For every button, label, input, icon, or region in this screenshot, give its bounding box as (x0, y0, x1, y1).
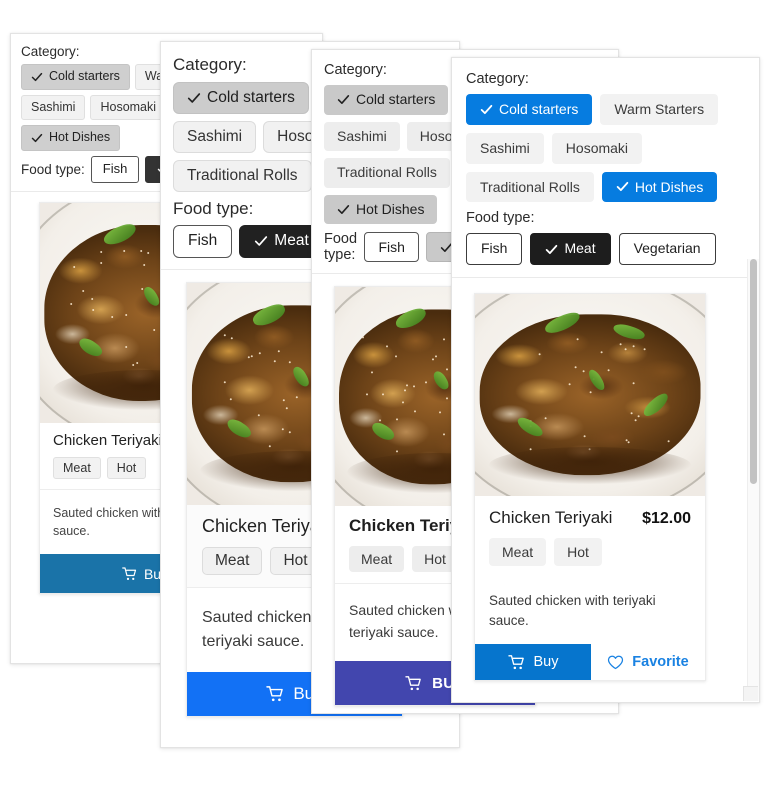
food-type-label: Food type: (21, 162, 85, 177)
dish-price: $12.00 (642, 510, 691, 528)
filter-section: Category: Cold starters Warm Starters Sa… (452, 58, 759, 278)
chip-label: Hot Dishes (635, 179, 703, 196)
chip-label: Hot Dishes (356, 201, 424, 219)
category-chip-sashimi[interactable]: Sashimi (173, 121, 256, 153)
check-icon (254, 234, 268, 248)
chip-label: Sashimi (187, 127, 242, 147)
shopping-cart-icon (122, 567, 137, 581)
chip-label: Sashimi (337, 128, 387, 146)
chip-label: Traditional Rolls (337, 164, 437, 182)
button-label: Fish (378, 238, 404, 256)
category-chip-hot-dishes[interactable]: Hot Dishes (324, 195, 437, 225)
dish-actions: Buy Favorite (475, 644, 705, 680)
chip-label: Cold starters (499, 101, 578, 118)
vertical-scrollbar[interactable] (747, 259, 759, 701)
chip-label: Sashimi (31, 100, 75, 116)
category-chip-traditional-rolls[interactable]: Traditional Rolls (173, 160, 312, 192)
shopping-cart-icon (508, 655, 525, 670)
dish-tag-row: Meat Hot (489, 538, 691, 566)
favorite-button-label: Favorite (632, 654, 688, 670)
dish-tag-hot: Hot (107, 457, 146, 479)
category-chip-row: Cold starters Warm Starters (466, 94, 745, 125)
chip-label: Sashimi (480, 140, 530, 157)
category-chip-row-3: Traditional Rolls Hot Dishes (466, 172, 745, 203)
chip-label: Hot Dishes (49, 130, 110, 146)
check-icon (616, 180, 629, 193)
chip-label: Hosomaki (566, 140, 628, 157)
category-chip-warm-starters[interactable]: Warm Starters (600, 94, 718, 125)
check-icon (31, 132, 43, 144)
chip-label: Cold starters (356, 91, 435, 109)
menu-panel-4[interactable]: Category: Cold starters Warm Starters Sa… (451, 57, 760, 703)
check-icon (480, 103, 493, 116)
resize-handle[interactable] (743, 686, 758, 701)
button-label: Meat (274, 231, 308, 251)
category-chip-sashimi[interactable]: Sashimi (466, 133, 544, 164)
category-chip-cold-starters[interactable]: Cold starters (466, 94, 592, 125)
food-type-button-fish[interactable]: Fish (91, 156, 140, 183)
dish-tag-meat: Meat (202, 547, 262, 575)
dish-tag-meat: Meat (53, 457, 101, 479)
check-icon (31, 71, 43, 83)
chip-label: Traditional Rolls (480, 179, 580, 196)
food-type-label: Food type: (466, 210, 745, 226)
button-label: Vegetarian (634, 240, 701, 258)
category-chip-traditional-rolls[interactable]: Traditional Rolls (324, 158, 450, 188)
check-icon (337, 93, 350, 106)
buy-button[interactable]: Buy (475, 644, 591, 680)
button-label: Fish (481, 240, 507, 258)
chip-label: Hosomaki (100, 100, 156, 116)
food-type-button-fish[interactable]: Fish (364, 232, 418, 262)
check-icon (187, 91, 201, 105)
buy-button-label: Buy (534, 654, 559, 670)
food-type-button-fish[interactable]: Fish (466, 233, 522, 265)
heart-outline-icon (607, 655, 624, 670)
category-chip-row-2: Sashimi Hosomaki (466, 133, 745, 164)
category-chip-hosomaki[interactable]: Hosomaki (552, 133, 642, 164)
dish-tag-meat: Meat (489, 538, 546, 566)
shopping-cart-icon (266, 686, 284, 702)
panels-stage: Category: Cold starters Warm Starters Sa… (0, 0, 770, 801)
check-icon (545, 243, 558, 256)
category-label: Category: (466, 71, 745, 87)
dish-card-body: Chicken Teriyaki $12.00 Meat Hot (475, 496, 705, 578)
dish-description: Sauted chicken with teriyaki sauce. (475, 578, 705, 645)
dish-tag-hot: Hot (554, 538, 602, 566)
check-icon (337, 203, 350, 216)
chip-label: Warm Starters (614, 101, 704, 118)
button-label: Meat (564, 240, 595, 258)
category-chip-cold-starters[interactable]: Cold starters (173, 82, 309, 114)
category-chip-traditional-rolls[interactable]: Traditional Rolls (466, 172, 594, 203)
category-chip-sashimi[interactable]: Sashimi (21, 95, 85, 121)
food-type-button-meat[interactable]: Meat (530, 233, 610, 265)
chip-label: Cold starters (49, 69, 120, 85)
food-type-row: Fish Meat Vegetarian (466, 233, 745, 265)
food-type-button-fish[interactable]: Fish (173, 225, 232, 257)
dish-tag-meat: Meat (349, 546, 404, 572)
category-chip-cold-starters[interactable]: Cold starters (324, 85, 448, 115)
scrollbar-thumb[interactable] (750, 259, 757, 484)
dish-card[interactable]: Chicken Teriyaki $12.00 Meat Hot Sauted … (474, 293, 706, 682)
food-type-button-vegetarian[interactable]: Vegetarian (619, 233, 716, 265)
dish-image (475, 294, 705, 496)
chip-label: Cold starters (207, 88, 295, 108)
category-chip-hot-dishes[interactable]: Hot Dishes (602, 172, 717, 203)
favorite-button[interactable]: Favorite (591, 644, 705, 680)
category-chip-hosomaki[interactable]: Hosomaki (90, 95, 166, 121)
category-chip-hot-dishes[interactable]: Hot Dishes (21, 125, 120, 151)
button-label: Fish (188, 231, 217, 251)
category-chip-sashimi[interactable]: Sashimi (324, 122, 400, 152)
dish-title-row: Chicken Teriyaki $12.00 (489, 508, 691, 528)
chip-label: Traditional Rolls (187, 166, 298, 186)
button-label: Fish (103, 161, 128, 178)
dish-title: Chicken Teriyaki (489, 508, 612, 528)
food-type-label: Food type: (324, 231, 357, 263)
shopping-cart-icon (405, 676, 422, 691)
card-area: Chicken Teriyaki $12.00 Meat Hot Sauted … (452, 278, 759, 682)
category-chip-cold-starters[interactable]: Cold starters (21, 64, 130, 90)
